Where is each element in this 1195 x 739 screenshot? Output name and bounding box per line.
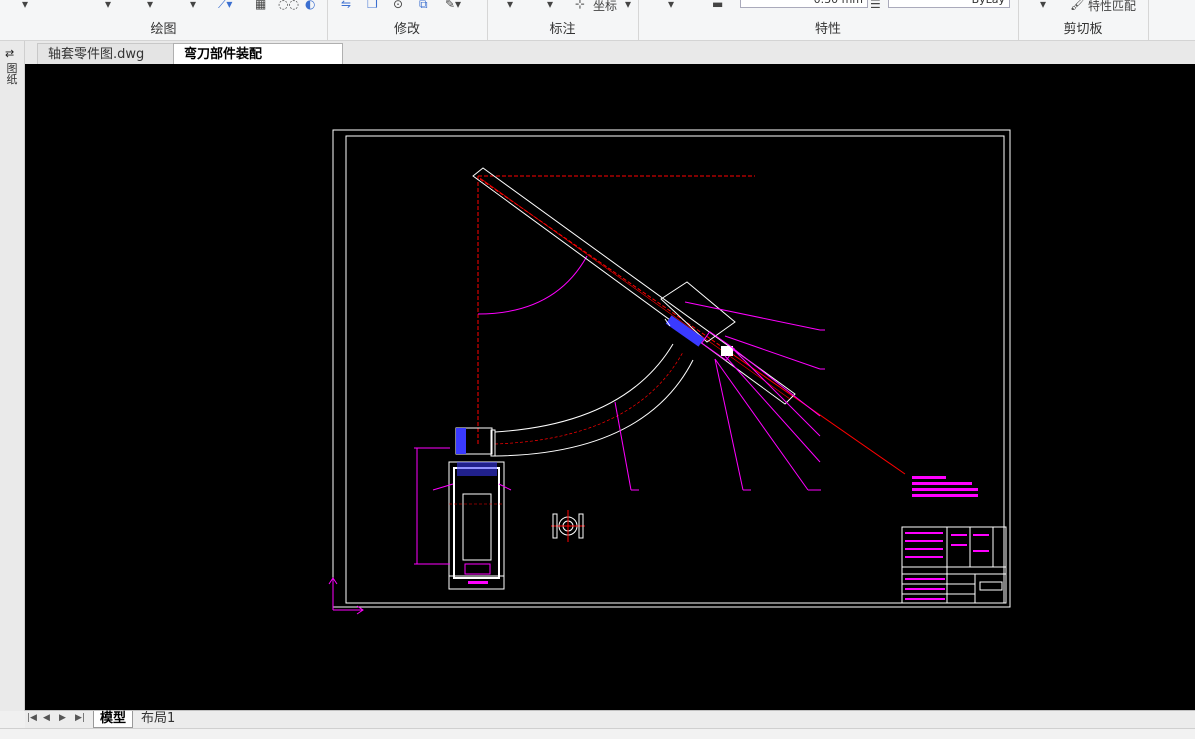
dropdown-arrow-icon[interactable]: ▾ [547,0,553,11]
curved-tube-outer [494,343,674,433]
rotate-tool-icon[interactable]: ⊙ [393,0,403,11]
match-properties-button[interactable]: 特性匹配 [1088,0,1136,14]
joint-housing [660,281,736,343]
base-assembly [448,427,505,590]
prev-layout-button[interactable]: ◀ [43,713,50,723]
ribbon-group-label: 标注 [549,22,576,37]
curved-tube-inner [494,359,694,457]
copy-tool-icon[interactable]: ❐ [367,0,378,11]
layout-tabs-bar: |◀ ◀ ▶ ▶| 模型 布局1 [25,710,1195,728]
sheet-panel-icon[interactable]: ⇄ [5,47,14,60]
ribbon-group-draw: ▾ ▾ ▾ ▾ ⟋▾ ▦ ◌◌ ◐ 绘图 [0,0,328,40]
tab-layout1[interactable]: 布局1 [135,711,181,727]
last-layout-button[interactable]: ▶| [75,713,85,723]
tab-blade-assembly-drawing[interactable]: 弯刀部件装配图.dwg*× [173,43,343,83]
ribbon-group-annotate: ▾ ▾ ⊹ 坐标 ▾ 标注 [487,0,639,40]
cad-drawing [328,129,1011,615]
dropdown-arrow-icon[interactable]: ▾ [190,0,196,11]
ribbon-group-label: 剪切板 [1063,22,1103,37]
blade-arm-centerline [479,177,791,400]
linetype-icon: ☰ [870,0,881,11]
tab-shaft-sleeve-drawing[interactable]: 轴套零件图.dwg [37,43,187,64]
sheet-outer-border [332,129,1011,608]
ribbon: ▾ ▾ ▾ ▾ ⟋▾ ▦ ◌◌ ◐ 绘图 ⇋ ❐ ⊙ ⧉ ✎▾ 修改 ▾ ▾ ⊹… [0,0,1195,41]
line-tool-icon[interactable]: ⟋▾ [218,0,232,12]
curved-tube-centerline [494,351,684,445]
ribbon-group-properties: ▾ ▬ 0.30 mm ☰ ByLay 特性 [638,0,1019,40]
dropdown-arrow-icon[interactable]: ▾ [507,0,513,11]
status-bar [0,728,1195,739]
array-tool-icon[interactable]: ⧉ [419,0,428,12]
document-tabs: 轴套零件图.dwg 弯刀部件装配图.dwg*× [25,41,1195,83]
shapes-tool-icon[interactable]: ◌◌ [278,0,299,11]
ribbon-group-label: 绘图 [150,22,177,37]
ribbon-group-label: 特性 [814,22,841,37]
title-block [901,526,1007,604]
dropdown-arrow-icon[interactable]: ▾ [668,0,674,11]
tab-label: 轴套零件图.dwg [48,47,145,62]
mirror-tool-icon[interactable]: ⇋ [341,0,351,11]
next-layout-button[interactable]: ▶ [59,713,66,723]
dropdown-arrow-icon[interactable]: ▾ [105,0,111,11]
dropdown-arrow-icon[interactable]: ▾ [22,0,28,11]
coordinate-button[interactable]: 坐标 [593,0,617,14]
hatch-tool-icon[interactable]: ▦ [255,0,266,11]
tab-model[interactable]: 模型 [93,711,134,728]
region-tool-icon[interactable]: ◐ [305,0,315,11]
dropdown-arrow-icon[interactable]: ▾ [147,0,153,11]
first-layout-button[interactable]: |◀ [27,713,37,723]
left-panel: ⇄ 图纸 [0,41,25,711]
ribbon-group-modify: ⇋ ❐ ⊙ ⧉ ✎▾ 修改 [327,0,488,40]
lineweight-icon: ▬ [712,0,724,11]
coordinate-tool-icon[interactable]: ⊹ [575,0,585,11]
dropdown-arrow-icon[interactable]: ▾ [1040,0,1046,11]
ribbon-group-label: 修改 [393,22,420,37]
angle-dimension-arc [477,255,588,315]
ribbon-group-clipboard: ▾ 🖌 特性匹配 剪切板 [1018,0,1149,40]
linetype-field[interactable]: ByLay [888,0,1010,8]
drawing-canvas[interactable] [25,64,1195,710]
dropdown-arrow-icon[interactable]: ▾ [625,0,631,11]
edit-tool-icon[interactable]: ✎▾ [445,0,461,11]
match-properties-icon[interactable]: 🖌 [1070,0,1085,11]
sheet-panel-label[interactable]: 图纸 [6,63,18,85]
lineweight-field[interactable]: 0.30 mm [740,0,868,8]
bearing-detail-view [551,510,585,542]
annotation-notes [912,476,978,497]
